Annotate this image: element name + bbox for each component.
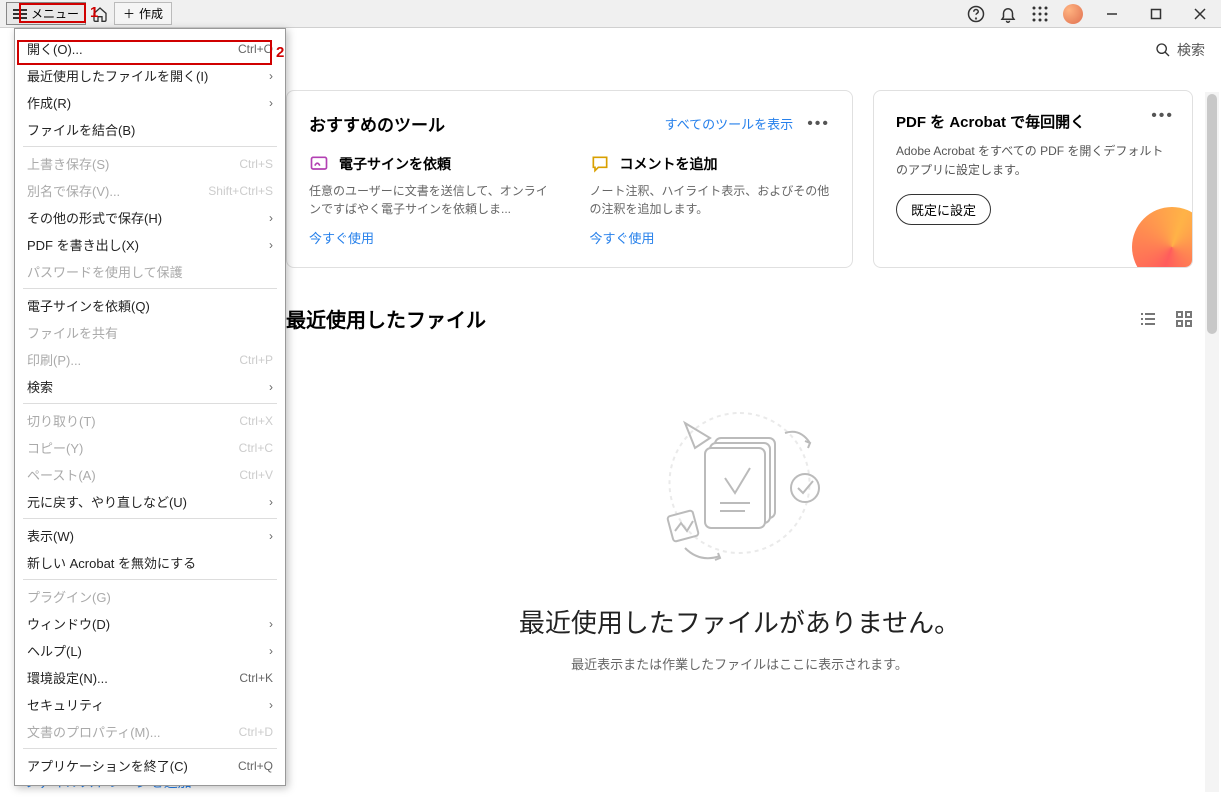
annotation-label-2: 2 (276, 44, 284, 61)
menu-item-search[interactable]: 検索› (15, 373, 285, 400)
promo-decoration (1132, 207, 1193, 268)
menu-item-paste: ペースト(A)Ctrl+V (15, 461, 285, 488)
promo-title: PDF を Acrobat で毎回開く (896, 111, 1170, 132)
tool-comment-desc: ノート注釈、ハイライト表示、およびその他の注釈を追加します。 (590, 182, 831, 218)
empty-title: 最近使用したファイルがありません。 (286, 603, 1193, 640)
annotation-label-1: 1 (90, 4, 98, 21)
avatar[interactable] (1063, 4, 1083, 24)
tools-more-icon[interactable]: ••• (807, 115, 830, 133)
menu-item-esign[interactable]: 電子サインを依頼(Q) (15, 292, 285, 319)
tool-comment: コメントを追加 ノート注釈、ハイライト表示、およびその他の注釈を追加します。 今… (590, 154, 831, 247)
plus-icon: ＋ (123, 5, 135, 22)
apps-grid-icon[interactable] (1031, 5, 1049, 23)
hamburger-icon (13, 9, 27, 19)
chevron-right-icon: › (269, 495, 273, 509)
window-maximize-button[interactable] (1141, 4, 1171, 24)
chevron-right-icon: › (269, 644, 273, 658)
grid-view-icon[interactable] (1175, 310, 1193, 328)
empty-illustration (630, 393, 850, 573)
chevron-right-icon: › (269, 96, 273, 110)
comment-icon (590, 154, 610, 174)
window-minimize-button[interactable] (1097, 4, 1127, 24)
search-label: 検索 (1177, 40, 1205, 60)
main-menu-dropdown: 開く(O)...Ctrl+O 最近使用したファイルを開く(I)› 作成(R)› … (14, 28, 286, 786)
menu-item-save: 上書き保存(S)Ctrl+S (15, 150, 285, 177)
main-content: おすすめのツール すべてのツールを表示 ••• 電子サインを依頼 任意のユーザー… (286, 90, 1193, 800)
tool-comment-use-link[interactable]: 今すぐ使用 (590, 228, 831, 247)
empty-subtitle: 最近表示または作業したファイルはここに表示されます。 (286, 654, 1193, 673)
menu-button[interactable]: メニュー (6, 2, 86, 25)
menu-button-label: メニュー (31, 5, 79, 22)
tool-esign-desc: 任意のユーザーに文書を送信して、オンラインですばやく電子サインを依頼しま... (309, 182, 550, 218)
menu-item-help[interactable]: ヘルプ(L)› (15, 637, 285, 664)
create-button-label: 作成 (139, 5, 163, 22)
help-icon[interactable] (967, 5, 985, 23)
chevron-right-icon: › (269, 380, 273, 394)
menu-item-copy: コピー(Y)Ctrl+C (15, 434, 285, 461)
tool-esign-use-link[interactable]: 今すぐ使用 (309, 228, 550, 247)
menu-item-print: 印刷(P)...Ctrl+P (15, 346, 285, 373)
menu-item-window[interactable]: ウィンドウ(D)› (15, 610, 285, 637)
promo-desc: Adobe Acrobat をすべての PDF を開くデフォルトのアプリに設定し… (896, 142, 1170, 180)
title-bar: メニュー ＋ 作成 (0, 0, 1221, 28)
menu-item-undo-redo[interactable]: 元に戻す、やり直しなど(U)› (15, 488, 285, 515)
tools-title: おすすめのツール (309, 111, 445, 136)
menu-item-password-protect: パスワードを使用して保護 (15, 258, 285, 285)
menu-item-create[interactable]: 作成(R)› (15, 89, 285, 116)
menu-item-plugins: プラグイン(G) (15, 583, 285, 610)
promo-card: ••• PDF を Acrobat で毎回開く Adobe Acrobat をす… (873, 90, 1193, 268)
tool-comment-name: コメントを追加 (620, 154, 718, 174)
menu-item-preferences[interactable]: 環境設定(N)...Ctrl+K (15, 664, 285, 691)
menu-item-combine[interactable]: ファイルを結合(B) (15, 116, 285, 143)
tool-esign: 電子サインを依頼 任意のユーザーに文書を送信して、オンラインですばやく電子サイン… (309, 154, 550, 247)
menu-item-view[interactable]: 表示(W)› (15, 522, 285, 549)
menu-item-doc-properties: 文書のプロパティ(M)...Ctrl+D (15, 718, 285, 745)
bell-icon[interactable] (999, 5, 1017, 23)
recent-title: 最近使用したファイル (286, 304, 486, 333)
menu-item-open[interactable]: 開く(O)...Ctrl+O (15, 35, 285, 62)
scrollbar[interactable] (1205, 92, 1219, 792)
recent-files-section: 最近使用したファイル (286, 304, 1193, 673)
search-button[interactable]: 検索 (1155, 40, 1205, 60)
menu-item-save-as: 別名で保存(V)...Shift+Ctrl+S (15, 177, 285, 204)
menu-item-security[interactable]: セキュリティ› (15, 691, 285, 718)
recommended-tools-card: おすすめのツール すべてのツールを表示 ••• 電子サインを依頼 任意のユーザー… (286, 90, 853, 268)
menu-item-recent-files[interactable]: 最近使用したファイルを開く(I)› (15, 62, 285, 89)
empty-state: 最近使用したファイルがありません。 最近表示または作業したファイルはここに表示さ… (286, 393, 1193, 673)
menu-item-share: ファイルを共有 (15, 319, 285, 346)
chevron-right-icon: › (269, 238, 273, 252)
scrollbar-thumb[interactable] (1207, 94, 1217, 334)
menu-item-disable-new-acrobat[interactable]: 新しい Acrobat を無効にする (15, 549, 285, 576)
menu-item-cut: 切り取り(T)Ctrl+X (15, 407, 285, 434)
esign-icon (309, 154, 329, 174)
tool-esign-name: 電子サインを依頼 (339, 154, 451, 174)
menu-item-export-pdf[interactable]: PDF を書き出し(X)› (15, 231, 285, 258)
chevron-right-icon: › (269, 617, 273, 631)
promo-set-default-button[interactable]: 既定に設定 (896, 194, 991, 225)
chevron-right-icon: › (269, 69, 273, 83)
menu-item-quit[interactable]: アプリケーションを終了(C)Ctrl+Q (15, 752, 285, 779)
chevron-right-icon: › (269, 529, 273, 543)
window-close-button[interactable] (1185, 4, 1215, 24)
chevron-right-icon: › (269, 211, 273, 225)
promo-more-icon[interactable]: ••• (1151, 107, 1174, 125)
chevron-right-icon: › (269, 698, 273, 712)
menu-item-save-other[interactable]: その他の形式で保存(H)› (15, 204, 285, 231)
create-button[interactable]: ＋ 作成 (114, 2, 172, 25)
search-icon (1155, 42, 1171, 58)
show-all-tools-link[interactable]: すべてのツールを表示 (665, 114, 794, 133)
list-view-icon[interactable] (1139, 310, 1157, 328)
